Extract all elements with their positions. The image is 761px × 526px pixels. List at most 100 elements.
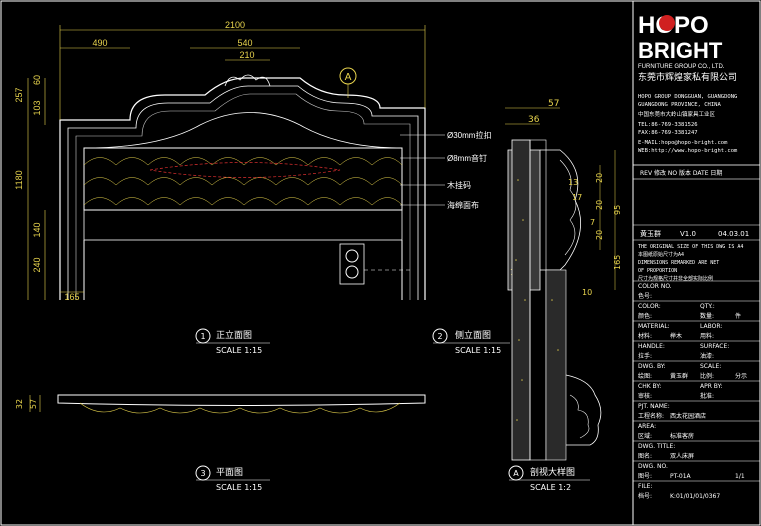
logo-tagline: FURNITURE GROUP CO., LTD. (638, 64, 725, 70)
svg-text:04.03.01: 04.03.01 (718, 230, 749, 238)
title-field-label: FILE: (638, 483, 652, 490)
svg-text:2: 2 (437, 332, 442, 341)
dim-foot-width: 165 (64, 292, 79, 302)
title-block-table: COLOR NO. 色号: COLOR: QTY.: 颜色: 数量: 件 MATERIAL: L… (633, 280, 760, 500)
title-field-value: 双人床屏 (670, 452, 694, 460)
side-dim-bottom: 165 (613, 255, 622, 270)
plan-dim-57: 57 (29, 399, 38, 409)
svg-text:中国东莞市大岭山镇家具工业区: 中国东莞市大岭山镇家具工业区 (638, 110, 716, 118)
tufting-pattern (83, 157, 403, 206)
title-field-label: QTY.: (700, 303, 715, 310)
svg-text:20: 20 (595, 173, 604, 183)
company-name-cn: 东莞市辉煌家私有限公司 (638, 71, 737, 83)
dim-60: 60 (32, 75, 42, 85)
svg-text:SCALE 1:2: SCALE 1:2 (530, 483, 571, 492)
dim-overall-width: 2100 (225, 20, 245, 30)
title-field-label: DWG. BY: (638, 363, 666, 370)
title-field-label: COLOR NO. (638, 283, 672, 290)
view-label-side: 2 侧立面图 SCALE 1:15 (432, 328, 510, 355)
button-line (149, 162, 341, 178)
title-field-label: 色号: (638, 292, 652, 300)
plan-dim-32: 32 (15, 399, 24, 409)
crown-ornament (224, 74, 271, 87)
dim-mid-width: 540 (237, 38, 252, 48)
revision-row: 黄玉群 V1.0 04.03.01 (640, 229, 749, 238)
title-field-label: DWG. NO. (638, 463, 668, 470)
section-marker-label: A (345, 72, 352, 83)
front-elevation-view: 2100 490 540 210 257 60 103 1180 140 240… (14, 20, 491, 302)
plan-view: 32 57 (15, 394, 426, 414)
callout-button: Ø30mm拉扣 (447, 130, 491, 140)
title-field-label: 批准: (700, 392, 714, 400)
dim-257: 257 (14, 87, 24, 102)
svg-text:17: 17 (572, 193, 582, 202)
svg-text:E-MAIL:hopo@hopo-bright.com: E-MAIL:hopo@hopo-bright.com (638, 140, 728, 146)
title-field-label: 工程名称: (638, 412, 664, 420)
svg-text:SCALE 1:15: SCALE 1:15 (216, 483, 262, 492)
svg-text:1: 1 (200, 332, 205, 341)
dim-103: 103 (32, 100, 42, 115)
detail-dim-10: 10 (582, 288, 592, 297)
title-field-label: 材料: (638, 332, 652, 340)
title-field-label: 图名: (638, 452, 652, 460)
title-field-label: PJT. NAME: (638, 403, 670, 410)
title-field-value: PT-01A (670, 473, 692, 480)
title-field-label: 颜色: (638, 312, 652, 320)
title-field-label: 图号: (638, 473, 652, 480)
title-field-value: 黄玉群 (670, 372, 688, 380)
callout-foam: 海绵面布 (447, 200, 479, 210)
callout-hanger: 木挂码 (447, 180, 471, 190)
dim-240: 240 (32, 257, 42, 272)
view-label-detail: A 剖视大样图 SCALE 1:2 (508, 465, 590, 492)
title-field-value: 西太花园酒店 (670, 412, 706, 420)
cad-drawing-canvas: 2100 490 540 210 257 60 103 1180 140 240… (0, 0, 761, 526)
company-info: HOPO GROUP DONGGUAN, GUANGDONG GUANGDONG… (638, 94, 738, 154)
svg-text:V1.0: V1.0 (680, 230, 696, 238)
svg-text:TEL:86-769-3381526: TEL:86-769-3381526 (638, 122, 698, 128)
notes: THE ORIGINAL SIZE OF THIS DWG IS A4 本图纸原… (638, 244, 743, 282)
title-field-label: DWG. TITLE: (638, 443, 675, 450)
logo-brand-bottom: BRIGHT (638, 38, 723, 63)
title-field-label: SCALE: (700, 363, 721, 370)
svg-text:OF PROPORTION: OF PROPORTION (638, 268, 677, 274)
dim-crown-width: 210 (239, 50, 254, 60)
svg-text:侧立面图: 侧立面图 (455, 329, 491, 341)
svg-text:A: A (513, 469, 519, 478)
view-label-plan: 3 平面图 SCALE 1:15 (195, 465, 270, 492)
title-field-label: 区域: (638, 432, 652, 440)
title-field-value: K:01/01/01/0367 (670, 493, 720, 500)
svg-text:SCALE 1:15: SCALE 1:15 (455, 346, 501, 355)
logo-dot-icon (659, 15, 675, 31)
svg-text:剖视大样图: 剖视大样图 (530, 466, 575, 478)
svg-text:WEB:http://www.hopo-bright.com: WEB:http://www.hopo-bright.com (638, 148, 738, 154)
title-field-value: 标准客房 (670, 432, 694, 440)
svg-text:20: 20 (595, 200, 604, 210)
title-field-label: 绘图: (638, 372, 652, 380)
title-field-value: 件 (735, 312, 741, 320)
title-field-label: MATERIAL: (638, 323, 670, 330)
svg-text:20: 20 (595, 230, 604, 240)
title-field-value: 榉木 (670, 332, 682, 340)
side-dim-top: 57 (548, 99, 559, 109)
side-dim-height: 95 (613, 205, 622, 215)
headboard-outline (59, 77, 426, 300)
company-logo: HOPO BRIGHT FURNITURE GROUP CO., LTD. 东莞… (638, 12, 737, 83)
title-field-value: 分示 (735, 372, 747, 380)
title-field-label: CHK BY: (638, 383, 661, 390)
svg-text:黄玉群: 黄玉群 (640, 229, 661, 238)
title-field-label: 审核: (638, 392, 652, 400)
dim-overall-height: 1180 (14, 170, 24, 189)
title-field-label: 数量: (700, 312, 714, 320)
title-field-label: COLOR: (638, 303, 661, 310)
svg-text:GUANGDONG PROVINCE, CHINA: GUANGDONG PROVINCE, CHINA (638, 102, 721, 108)
svg-text:3: 3 (200, 469, 205, 478)
svg-text:THE ORIGINAL SIZE OF THIS DWG: THE ORIGINAL SIZE OF THIS DWG IS A4 (638, 244, 743, 250)
dim-left-width: 490 (92, 38, 107, 48)
svg-text:13: 13 (568, 178, 578, 187)
title-field-label: 油漆: (700, 352, 714, 360)
title-field-label: APR BY: (700, 383, 722, 390)
svg-text:FAX:86-769-3381247: FAX:86-769-3381247 (638, 130, 698, 136)
svg-text:HOPO GROUP DONGGUAN, GUANGDONG: HOPO GROUP DONGGUAN, GUANGDONG (638, 94, 737, 100)
title-field-label: 拉手: (638, 352, 652, 360)
dim-140: 140 (32, 222, 42, 237)
